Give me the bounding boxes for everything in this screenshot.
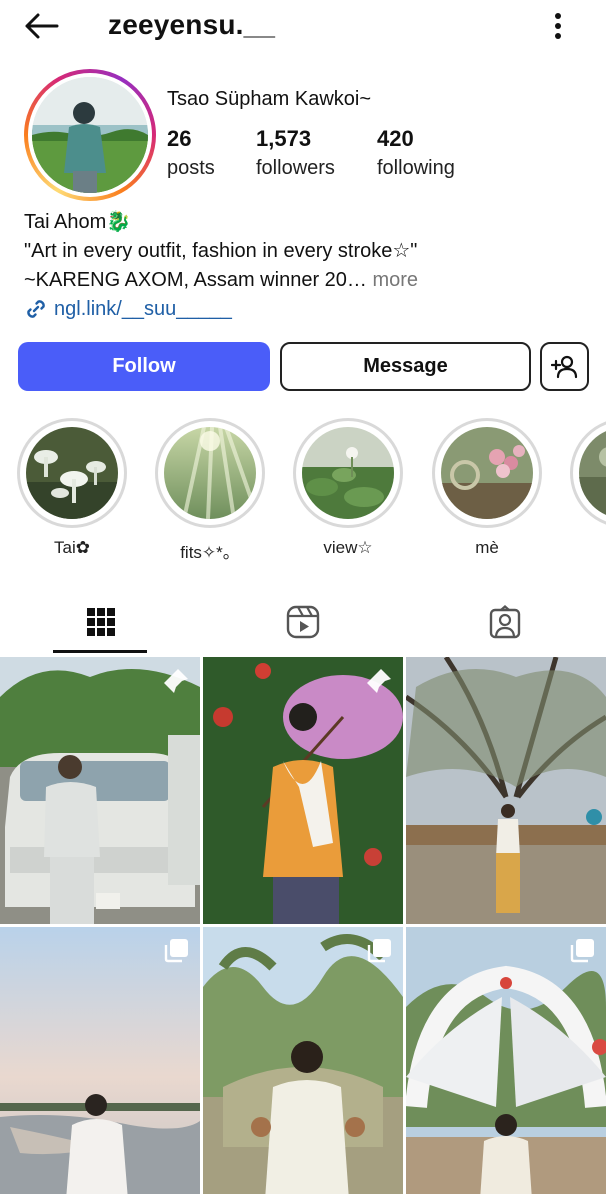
profile-tabs xyxy=(0,590,606,654)
carousel-icon xyxy=(570,939,594,963)
highlight-item[interactable]: mè xyxy=(432,418,542,558)
story-highlights: Tai✿ fits✧*。 view☆ mè xyxy=(0,418,606,568)
tagged-person-icon xyxy=(489,605,521,639)
bio-more-link[interactable]: more xyxy=(367,269,418,291)
post-thumbnail[interactable] xyxy=(203,657,403,924)
grid-icon xyxy=(87,608,115,636)
bio-line-3-text: ~KARENG AXOM, Assam winner 20… xyxy=(24,269,367,291)
top-bar: zeeyensu.__ xyxy=(0,0,606,52)
stat-posts-value: 26 xyxy=(167,126,192,151)
follow-button[interactable]: Follow xyxy=(18,342,270,391)
bio-line-2: "Art in every outfit, fashion in every s… xyxy=(24,240,418,262)
stat-posts-label: posts xyxy=(167,157,215,179)
bio-link-text: ngl.link/__suu_____ xyxy=(54,297,232,320)
posts-grid xyxy=(0,657,606,1200)
avatar xyxy=(32,77,148,193)
highlight-label: Tai✿ xyxy=(54,538,90,557)
tab-tagged[interactable] xyxy=(404,590,606,654)
stat-followers[interactable]: 1,573 followers xyxy=(256,126,335,180)
active-tab-indicator xyxy=(53,650,147,653)
highlight-label: a xyxy=(570,538,606,558)
stat-following-value: 420 xyxy=(377,126,414,151)
highlight-label: fits✧*。 xyxy=(180,543,240,562)
carousel-icon xyxy=(164,939,188,963)
highlight-label: view☆ xyxy=(323,538,373,557)
stat-posts[interactable]: 26 posts xyxy=(167,126,215,180)
highlight-label: mè xyxy=(475,538,499,557)
tab-reels[interactable] xyxy=(202,590,404,654)
stat-following-label: following xyxy=(377,157,455,179)
highlight-item[interactable]: Tai✿ xyxy=(17,418,127,558)
tab-posts-grid[interactable] xyxy=(0,590,202,654)
highlight-item[interactable]: view☆ xyxy=(293,418,403,558)
pin-icon xyxy=(164,669,188,693)
display-name: Tsao Süpham Kawkoi~ xyxy=(167,88,372,110)
bio: Tai Ahom🐉 "Art in every outfit, fashion … xyxy=(24,208,594,295)
post-thumbnail[interactable] xyxy=(406,927,606,1194)
bio-line-1: Tai Ahom🐉 xyxy=(24,208,594,237)
highlight-cover xyxy=(579,427,606,519)
highlight-cover xyxy=(164,427,256,519)
more-vertical-icon xyxy=(555,13,561,39)
profile-avatar-ring[interactable] xyxy=(24,69,156,201)
highlight-cover xyxy=(441,427,533,519)
message-button[interactable]: Message xyxy=(280,342,531,391)
carousel-icon xyxy=(367,939,391,963)
more-options-button[interactable] xyxy=(542,8,574,44)
link-icon xyxy=(27,300,45,318)
highlight-cover xyxy=(302,427,394,519)
post-thumbnail[interactable] xyxy=(0,927,200,1194)
highlight-cover xyxy=(26,427,118,519)
bio-line-3: ~KARENG AXOM, Assam winner 20… more xyxy=(24,266,594,295)
add-person-icon xyxy=(550,355,577,378)
reels-icon xyxy=(286,605,320,639)
arrow-left-icon xyxy=(25,13,59,39)
stat-followers-value: 1,573 xyxy=(256,126,312,151)
pin-icon xyxy=(367,669,391,693)
back-button[interactable] xyxy=(18,6,64,46)
post-thumbnail[interactable] xyxy=(0,657,200,924)
dragon-emoji: 🐉 xyxy=(106,211,132,233)
bio-line-1-text: Tai Ahom xyxy=(24,211,107,233)
profile-username: zeeyensu.__ xyxy=(108,9,276,40)
post-thumbnail[interactable] xyxy=(203,927,403,1194)
stat-followers-label: followers xyxy=(256,157,335,179)
highlight-item[interactable]: a xyxy=(570,418,606,558)
bio-link[interactable]: ngl.link/__suu_____ xyxy=(24,297,232,321)
post-thumbnail[interactable] xyxy=(406,657,606,924)
suggest-accounts-button[interactable] xyxy=(540,342,589,391)
stat-following[interactable]: 420 following xyxy=(377,126,455,180)
highlight-item[interactable]: fits✧*。 xyxy=(155,418,265,563)
